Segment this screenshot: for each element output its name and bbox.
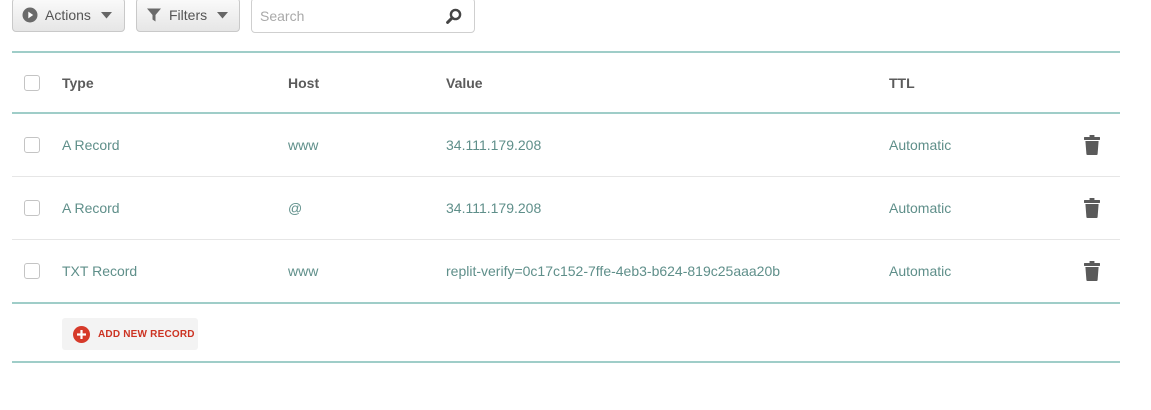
trash-icon[interactable] <box>1084 135 1100 155</box>
trash-icon[interactable] <box>1084 198 1100 218</box>
record-type[interactable]: TXT Record <box>62 263 137 279</box>
record-value[interactable]: replit-verify=0c17c152-7ffe-4eb3-b624-81… <box>446 263 780 279</box>
add-new-record-button[interactable]: ADD NEW RECORD <box>62 318 198 350</box>
table-row: A Record www 34.111.179.208 Automatic <box>12 114 1120 177</box>
row-checkbox[interactable] <box>24 263 40 279</box>
record-value[interactable]: 34.111.179.208 <box>446 137 541 153</box>
table-row: TXT Record www replit-verify=0c17c152-7f… <box>12 240 1120 302</box>
chevron-down-icon <box>100 11 112 19</box>
record-value[interactable]: 34.111.179.208 <box>446 200 541 216</box>
record-ttl[interactable]: Automatic <box>889 200 951 216</box>
add-new-record-label: ADD NEW RECORD <box>98 328 195 340</box>
column-header-ttl[interactable]: TTL <box>889 75 915 91</box>
search-box <box>251 0 475 33</box>
row-checkbox[interactable] <box>24 137 40 153</box>
column-header-value[interactable]: Value <box>446 75 483 91</box>
record-host[interactable]: www <box>288 137 318 153</box>
funnel-icon <box>146 7 162 23</box>
record-ttl[interactable]: Automatic <box>889 137 951 153</box>
filters-button[interactable]: Filters <box>136 0 240 32</box>
search-icon[interactable] <box>446 8 462 24</box>
filters-label: Filters <box>169 7 208 23</box>
table-bottom-divider <box>12 361 1120 363</box>
play-circle-icon <box>22 7 38 23</box>
table-header: Type Host Value TTL <box>12 53 1120 112</box>
select-all-checkbox[interactable] <box>24 74 40 91</box>
record-type[interactable]: A Record <box>62 137 120 153</box>
actions-label: Actions <box>45 7 91 23</box>
column-header-host[interactable]: Host <box>288 75 319 91</box>
record-host[interactable]: @ <box>288 200 302 216</box>
record-ttl[interactable]: Automatic <box>889 263 951 279</box>
record-type[interactable]: A Record <box>62 200 120 216</box>
dns-records-table: Type Host Value TTL A Record www 34.111.… <box>12 51 1120 363</box>
actions-button[interactable]: Actions <box>12 0 125 32</box>
record-host[interactable]: www <box>288 263 318 279</box>
add-record-row: ADD NEW RECORD <box>12 304 1120 361</box>
trash-icon[interactable] <box>1084 261 1100 281</box>
row-checkbox[interactable] <box>24 200 40 216</box>
toolbar: Actions Filters <box>12 0 482 34</box>
chevron-down-icon <box>217 11 229 19</box>
table-row: A Record @ 34.111.179.208 Automatic <box>12 177 1120 240</box>
search-input[interactable] <box>252 0 440 32</box>
plus-circle-icon <box>73 325 90 343</box>
column-header-type[interactable]: Type <box>62 75 94 91</box>
